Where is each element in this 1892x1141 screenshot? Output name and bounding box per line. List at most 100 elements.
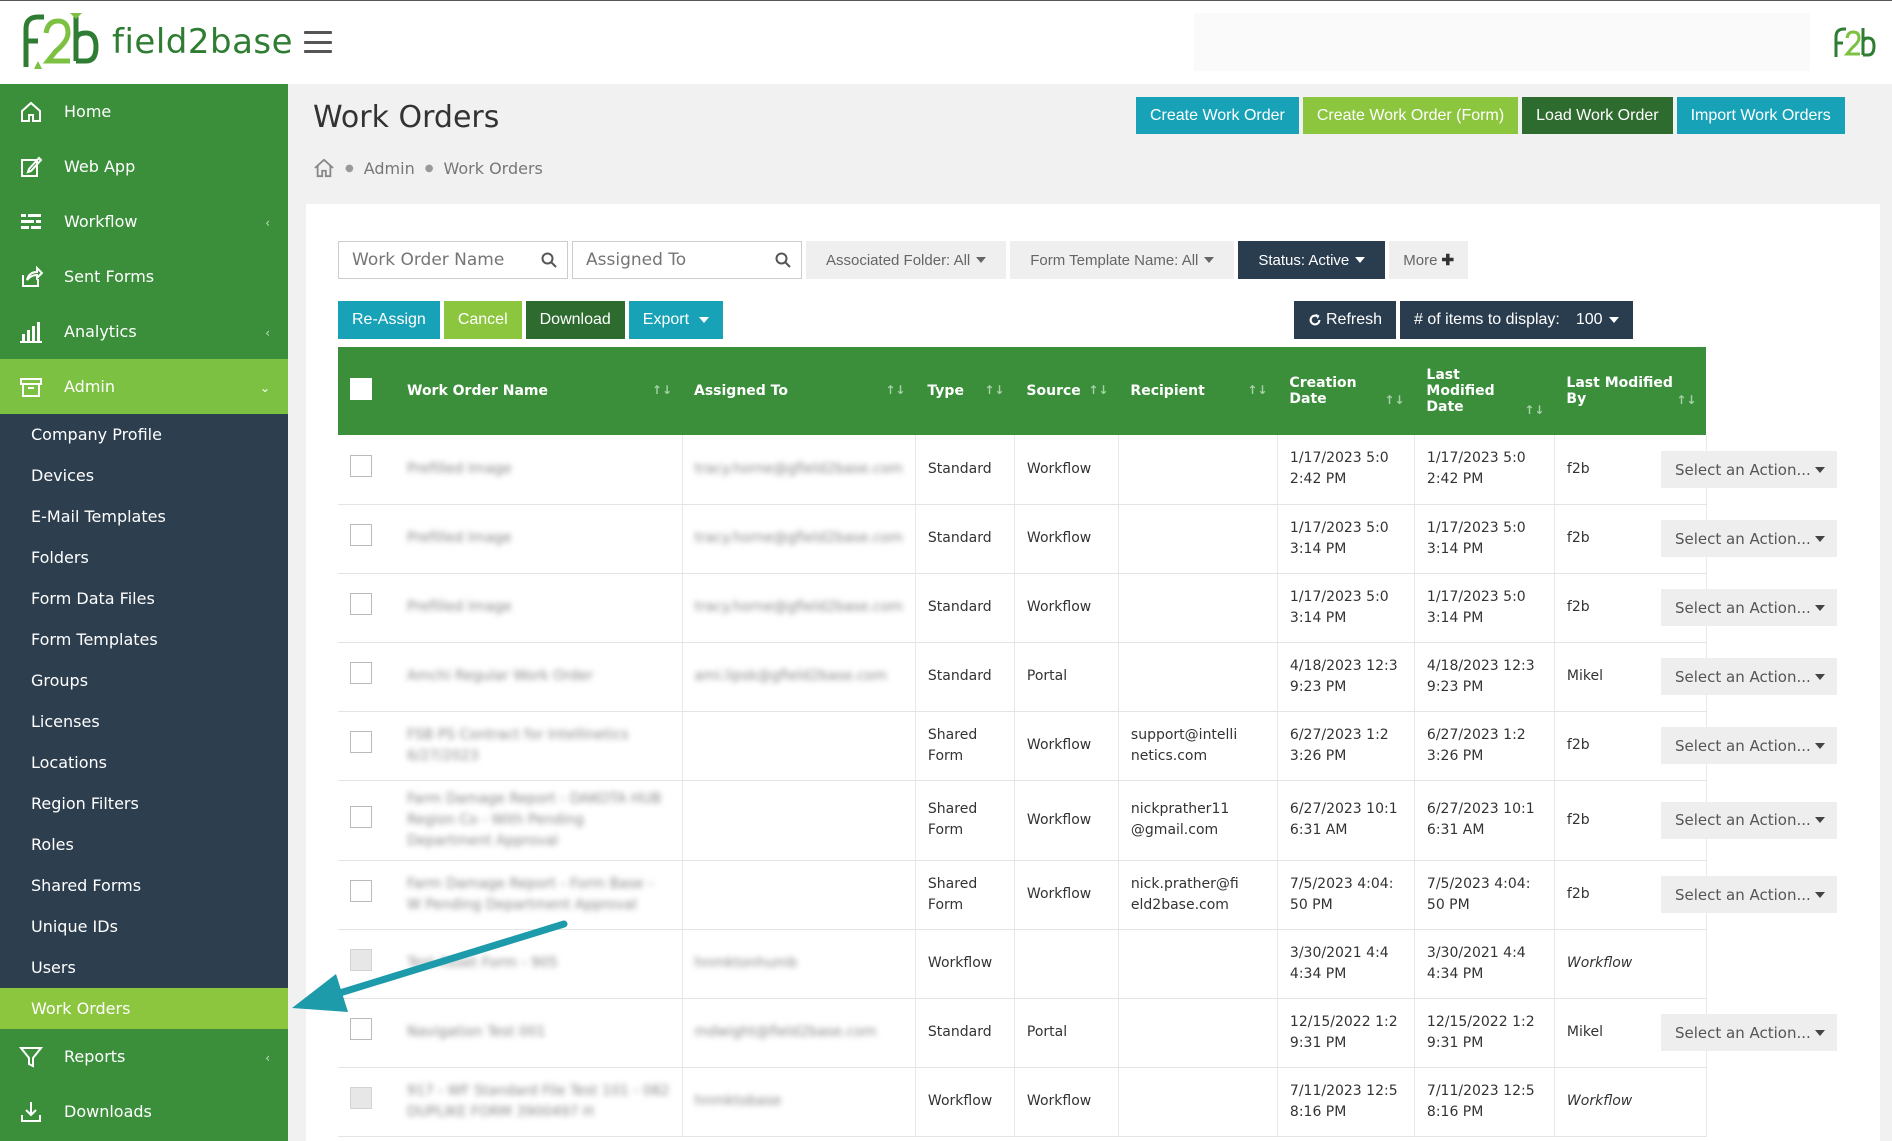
col-recipient[interactable]: Recipient ↑↓ — [1118, 347, 1277, 435]
col-last-modified-date[interactable]: Last Modified Date ↑↓ — [1414, 347, 1554, 435]
export-dropdown[interactable]: Export — [628, 301, 724, 339]
row-action-dropdown[interactable]: Select an Action... — [1661, 589, 1837, 626]
row-checkbox[interactable] — [350, 524, 372, 546]
table-row[interactable]: Prefilled Image tracy.horne@gfield2base.c… — [338, 435, 1707, 505]
table-row[interactable]: Farm Damage Report - DAKOTA HUB Region C… — [338, 780, 1707, 861]
more-label: More — [1403, 251, 1438, 269]
table-row[interactable]: Prefilled Image tracy.horne@gfield2base.c… — [338, 504, 1707, 574]
last-modified-date-cell: 7/11/2023 12:58:16 PM — [1414, 1067, 1555, 1137]
more-filters-button[interactable]: More ✚ — [1389, 241, 1469, 279]
creation-date-cell: 4/18/2023 12:39:23 PM — [1277, 642, 1415, 712]
create-work-order-form-button[interactable]: Create Work Order (Form) — [1302, 97, 1519, 134]
sidebar-item-roles[interactable]: Roles — [0, 824, 288, 865]
table-row[interactable]: FSB PS Contract for Intellinetics 6/27/2… — [338, 711, 1707, 781]
col-type[interactable]: Type ↑↓ — [915, 347, 1014, 435]
sidebar-item-analytics[interactable]: Analytics ‹ — [0, 304, 288, 359]
sidebar-item-shared-forms[interactable]: Shared Forms — [0, 865, 288, 906]
sidebar-item-users[interactable]: Users — [0, 947, 288, 988]
row-action-dropdown[interactable]: Select an Action... — [1661, 1014, 1837, 1051]
page-title: Work Orders — [313, 100, 500, 135]
cancel-button[interactable]: Cancel — [443, 301, 522, 339]
assigned-to-cell-text: tracy.horne@gfield2base.com — [694, 530, 903, 546]
sidebar-item-label: Downloads — [64, 1102, 152, 1121]
brand-logo[interactable]: field2base — [20, 11, 293, 73]
row-checkbox[interactable] — [350, 731, 372, 753]
status-dropdown[interactable]: Status: Active — [1238, 241, 1386, 279]
sidebar-item-unique-ids[interactable]: Unique IDs — [0, 906, 288, 947]
hamburger-menu-icon[interactable] — [304, 31, 332, 53]
top-bar-blank-area — [1194, 13, 1810, 71]
type-cell: Shared Form — [915, 780, 1015, 861]
source-cell — [1014, 929, 1119, 999]
reassign-button[interactable]: Re-Assign — [338, 301, 440, 339]
column-label: Creation Date — [1289, 375, 1357, 407]
row-checkbox[interactable] — [350, 1018, 372, 1040]
sidebar-item-form-templates[interactable]: Form Templates — [0, 619, 288, 660]
type-cell: Standard — [915, 435, 1015, 505]
row-checkbox[interactable] — [350, 593, 372, 615]
col-work-order-name[interactable]: Work Order Name ↑↓ — [395, 347, 682, 435]
table-row[interactable]: Amchi Regular Work Order ami.lipsk@gfield… — [338, 642, 1707, 712]
sidebar-item-workflow[interactable]: Workflow ‹ — [0, 194, 288, 249]
create-work-order-button[interactable]: Create Work Order — [1136, 97, 1299, 134]
sidebar-item-label: Home — [64, 102, 112, 121]
row-action-dropdown[interactable]: Select an Action... — [1661, 451, 1837, 488]
table-row[interactable]: Prefilled Image tracy.horne@gfield2base.c… — [338, 573, 1707, 643]
sidebar-item-work-orders[interactable]: Work Orders — [0, 988, 288, 1029]
caret-down-icon — [1204, 257, 1215, 263]
work-order-name-input[interactable] — [339, 242, 567, 278]
sidebar-item-groups[interactable]: Groups — [0, 660, 288, 701]
sidebar-item-email-templates[interactable]: E-Mail Templates — [0, 496, 288, 537]
sidebar-item-sent-forms[interactable]: Sent Forms — [0, 249, 288, 304]
row-checkbox[interactable] — [350, 662, 372, 684]
assigned-to-cell-text: hnmktonhumb — [694, 955, 798, 971]
sidebar-item-form-data-files[interactable]: Form Data Files — [0, 578, 288, 619]
col-assigned-to[interactable]: Assigned To ↑↓ — [682, 347, 915, 435]
load-work-order-button[interactable]: Load Work Order — [1522, 97, 1673, 134]
table-row[interactable]: 917 - WF Standard File Test 101 - 082 DU… — [338, 1067, 1707, 1137]
row-action-dropdown[interactable]: Select an Action... — [1661, 520, 1837, 557]
recipient-cell-text: nickprather11@gmail.com — [1130, 801, 1230, 838]
sidebar-item-admin[interactable]: Admin ⌄ — [0, 359, 288, 414]
row-action-dropdown[interactable]: Select an Action... — [1661, 876, 1837, 913]
sidebar-item-home[interactable]: Home — [0, 84, 288, 139]
sidebar-item-locations[interactable]: Locations — [0, 742, 288, 783]
search-icon[interactable] — [541, 252, 557, 268]
row-checkbox[interactable] — [350, 454, 372, 477]
select-cell — [338, 780, 395, 861]
sidebar-item-web-app[interactable]: Web App — [0, 139, 288, 194]
home-icon[interactable] — [313, 158, 335, 178]
col-source[interactable]: Source ↑↓ — [1014, 347, 1118, 435]
row-action-dropdown[interactable]: Select an Action... — [1661, 658, 1837, 695]
assigned-to-input[interactable] — [573, 242, 801, 278]
row-action-dropdown[interactable]: Select an Action... — [1661, 727, 1837, 764]
select-cell — [338, 711, 395, 781]
sidebar-item-licenses[interactable]: Licenses — [0, 701, 288, 742]
row-checkbox[interactable] — [350, 805, 372, 828]
col-creation-date[interactable]: Creation Date ↑↓ — [1277, 347, 1414, 435]
refresh-button[interactable]: Refresh — [1294, 301, 1397, 339]
items-per-page-dropdown[interactable]: # of items to display: 100 — [1400, 301, 1633, 339]
sidebar-item-company-profile[interactable]: Company Profile — [0, 414, 288, 455]
breadcrumb-admin[interactable]: Admin — [364, 159, 415, 178]
last-modified-by-cell-text: Mikel — [1566, 668, 1604, 684]
sidebar-item-devices[interactable]: Devices — [0, 455, 288, 496]
select-all-checkbox[interactable] — [350, 378, 372, 400]
recipient-cell: support@intellinetics.com — [1118, 711, 1278, 781]
import-work-orders-button[interactable]: Import Work Orders — [1676, 97, 1845, 134]
type-cell-text: Shared Form — [927, 875, 978, 913]
sidebar-item-region-filters[interactable]: Region Filters — [0, 783, 288, 824]
search-icon[interactable] — [775, 252, 791, 268]
sidebar-item-reports[interactable]: Reports ‹ — [0, 1029, 288, 1084]
download-button[interactable]: Download — [525, 301, 625, 339]
form-template-dropdown[interactable]: Form Template Name: All — [1010, 241, 1235, 279]
last-modified-by-cell-text: Workflow — [1566, 1093, 1633, 1109]
associated-folder-dropdown[interactable]: Associated Folder: All — [806, 241, 1007, 279]
col-last-modified-by[interactable]: Last Modified By ↑↓ — [1554, 347, 1706, 435]
row-action-dropdown[interactable]: Select an Action... — [1661, 801, 1837, 839]
sidebar-item-folders[interactable]: Folders — [0, 537, 288, 578]
sidebar-item-downloads[interactable]: Downloads — [0, 1084, 288, 1139]
last-modified-by-cell-text: f2b — [1566, 811, 1590, 828]
row-checkbox[interactable] — [350, 880, 372, 902]
assigned-to-cell-text: tracy.horne@gfield2base.com — [694, 599, 903, 615]
